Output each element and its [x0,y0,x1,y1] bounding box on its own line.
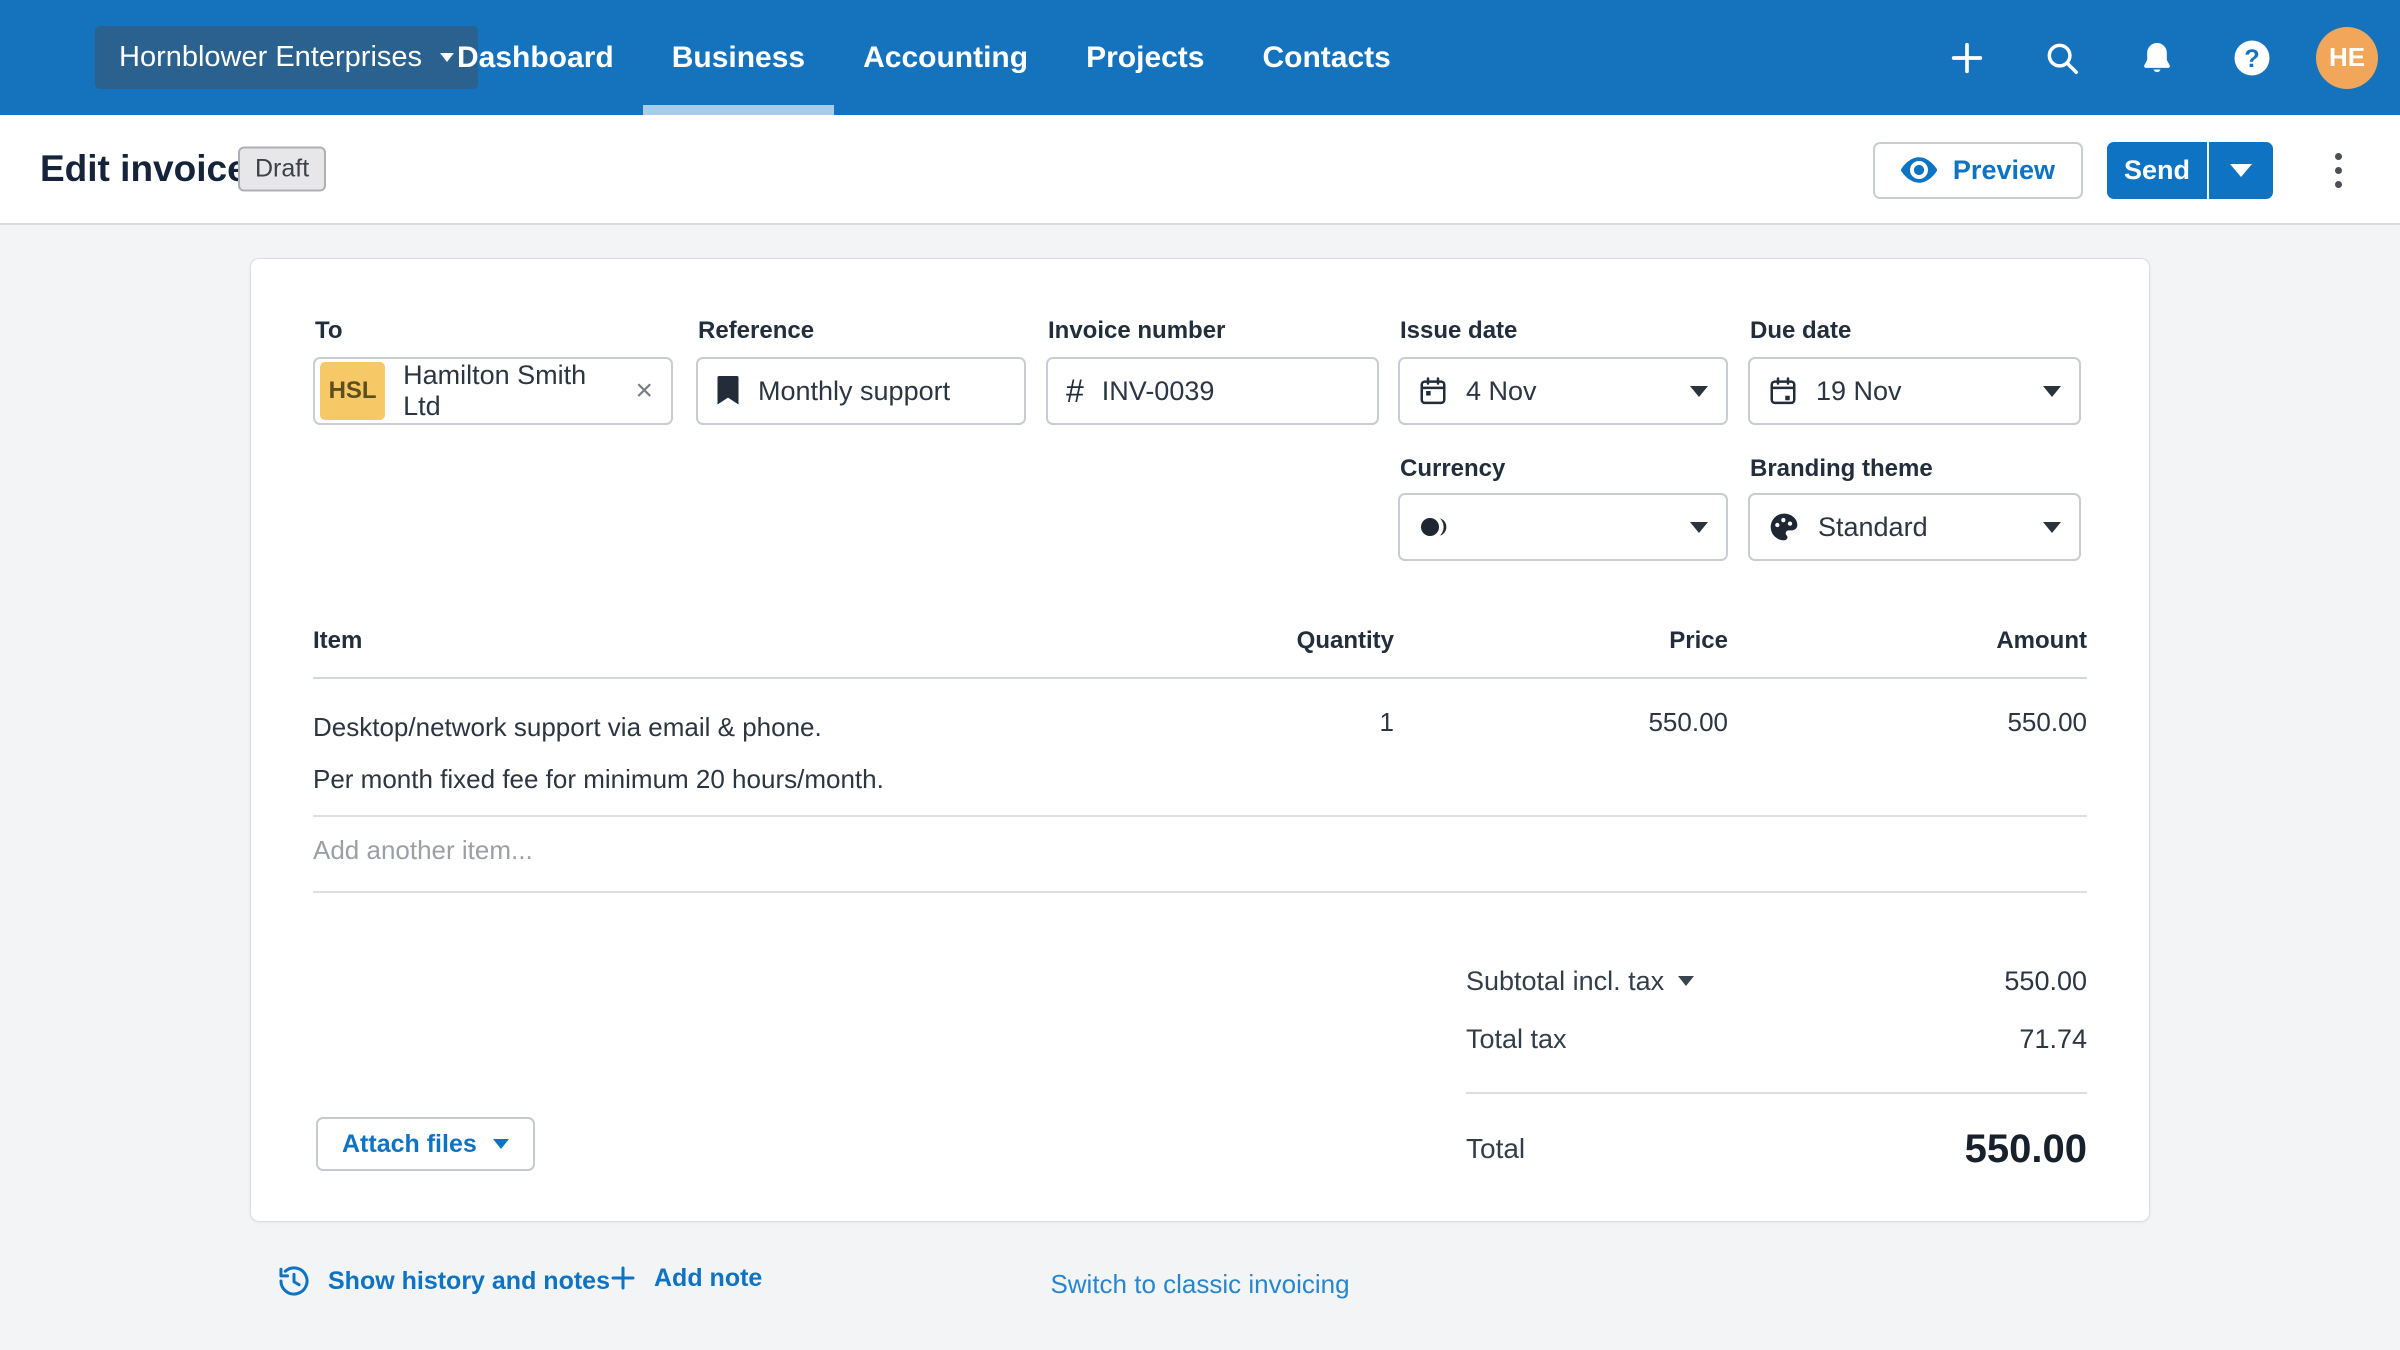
coins-icon [1421,518,1447,536]
nav-item-dashboard[interactable]: Dashboard [428,0,643,115]
palette-icon [1770,513,1798,541]
add-item-placeholder[interactable]: Add another item... [313,835,2087,866]
line-items-header: Item Quantity Price Amount [313,627,2087,655]
subtotal-dropdown[interactable]: Subtotal incl. tax [1466,966,1695,997]
line-item-row[interactable]: Desktop/network support via email & phon… [313,707,2087,799]
chevron-down-icon [492,1139,509,1149]
invoice-number-value: INV-0039 [1101,375,1215,406]
quantity-cell[interactable]: 1 [1214,707,1394,799]
issue-date-value: 4 Nov [1466,375,1537,406]
top-navigation-bar: Hornblower Enterprises Dashboard Busines… [0,0,2400,115]
to-contact-field[interactable]: HSL Hamilton Smith Ltd × [313,357,673,425]
currency-field[interactable] [1398,493,1728,561]
show-history-link[interactable]: Show history and notes [276,1263,610,1299]
to-label: To [315,317,343,344]
notifications-button[interactable] [2126,18,2188,98]
main-nav: Dashboard Business Accounting Projects C… [428,0,1420,115]
total-tax-row: Total tax 71.74 [1466,1017,2087,1061]
chevron-down-icon [1678,976,1695,986]
header-actions: Preview Send [1872,115,2352,225]
invoice-card: To Reference Invoice number Issue date D… [250,258,2150,1222]
avatar[interactable]: HE [2316,26,2378,89]
add-note-link[interactable]: Add note [608,1263,762,1293]
bookmark-icon [717,376,739,405]
footer-links: Show history and notes Add note Switch t… [0,1255,2400,1315]
amount-cell: 550.00 [2007,707,2087,737]
switch-classic-link[interactable]: Switch to classic invoicing [1050,1269,1349,1300]
total-label: Total [1466,1133,1526,1164]
nav-icon-group: ? HE [1936,0,2378,115]
issue-date-field[interactable]: 4 Nov [1398,357,1728,425]
chevron-down-icon [2230,163,2252,177]
nav-item-accounting[interactable]: Accounting [834,0,1057,115]
subtotal-value: 550.00 [2004,965,2087,996]
price-cell[interactable]: 550.00 [1394,707,1728,799]
chevron-down-icon [1690,385,1708,397]
invoice-number-label: Invoice number [1048,317,1226,344]
status-badge: Draft [238,146,327,192]
eye-icon [1900,157,1937,183]
nav-item-business[interactable]: Business [642,0,835,115]
divider [1466,1092,2087,1094]
total-value: 550.00 [1964,1126,2087,1171]
divider [313,677,2087,679]
remove-contact-icon[interactable]: × [635,376,653,406]
total-row: Total 550.00 [1466,1117,2087,1181]
reference-label: Reference [698,317,815,344]
search-icon [2047,43,2078,74]
chevron-down-icon [1690,521,1708,533]
branding-theme-field[interactable]: Standard [1748,493,2081,561]
send-options-button[interactable] [2207,141,2273,199]
total-tax-label: Total tax [1466,1023,1567,1054]
create-new-button[interactable] [1936,18,1998,98]
item-description-cell[interactable]: Desktop/network support via email & phon… [313,707,1214,799]
page-title: Edit invoice [40,148,248,189]
issue-date-label: Issue date [1400,317,1518,344]
send-button[interactable]: Send [2107,141,2207,199]
svg-text:?: ? [2244,44,2260,72]
contact-initials-chip: HSL [320,362,386,420]
column-header-quantity: Quantity [1296,627,1394,654]
invoice-number-field[interactable]: # INV-0039 [1046,357,1379,425]
chevron-down-icon [2043,521,2061,533]
hash-icon: # [1066,372,1084,409]
total-tax-value: 71.74 [2019,1023,2087,1054]
send-split-button: Send [2107,141,2273,199]
branding-theme-label: Branding theme [1750,455,1933,482]
due-date-value: 19 Nov [1816,375,1902,406]
help-button[interactable]: ? [2221,18,2283,98]
due-date-field[interactable]: 19 Nov [1748,357,2081,425]
plus-icon [611,1266,635,1290]
nav-item-projects[interactable]: Projects [1057,0,1233,115]
history-icon [279,1266,309,1296]
more-options-button[interactable] [2325,143,2352,198]
subtotal-row: Subtotal incl. tax 550.00 [1466,959,2087,1003]
divider [313,891,2087,893]
chevron-down-icon [2043,385,2061,397]
plus-icon [1951,42,1983,73]
calendar-icon [1770,377,1796,405]
help-icon: ? [2234,40,2270,75]
reference-value: Monthly support [758,375,951,406]
organisation-menu-button[interactable]: Hornblower Enterprises [95,26,479,89]
currency-label: Currency [1400,455,1506,482]
organisation-name: Hornblower Enterprises [119,41,423,73]
column-header-amount: Amount [1996,627,2087,654]
page-header: Edit invoice Draft Preview Send [0,115,2400,225]
due-date-label: Due date [1750,317,1852,344]
nav-item-contacts[interactable]: Contacts [1233,0,1419,115]
branding-theme-value: Standard [1818,511,1928,542]
column-header-item: Item [313,627,363,654]
divider [313,815,2087,817]
reference-field[interactable]: Monthly support [696,357,1026,425]
calendar-icon [1420,377,1446,405]
preview-button[interactable]: Preview [1872,141,2083,199]
column-header-price: Price [1669,627,1728,654]
contact-name: Hamilton Smith Ltd [403,360,587,421]
bell-icon [2144,42,2170,72]
search-button[interactable] [2031,18,2093,98]
attach-files-button[interactable]: Attach files [316,1117,535,1171]
